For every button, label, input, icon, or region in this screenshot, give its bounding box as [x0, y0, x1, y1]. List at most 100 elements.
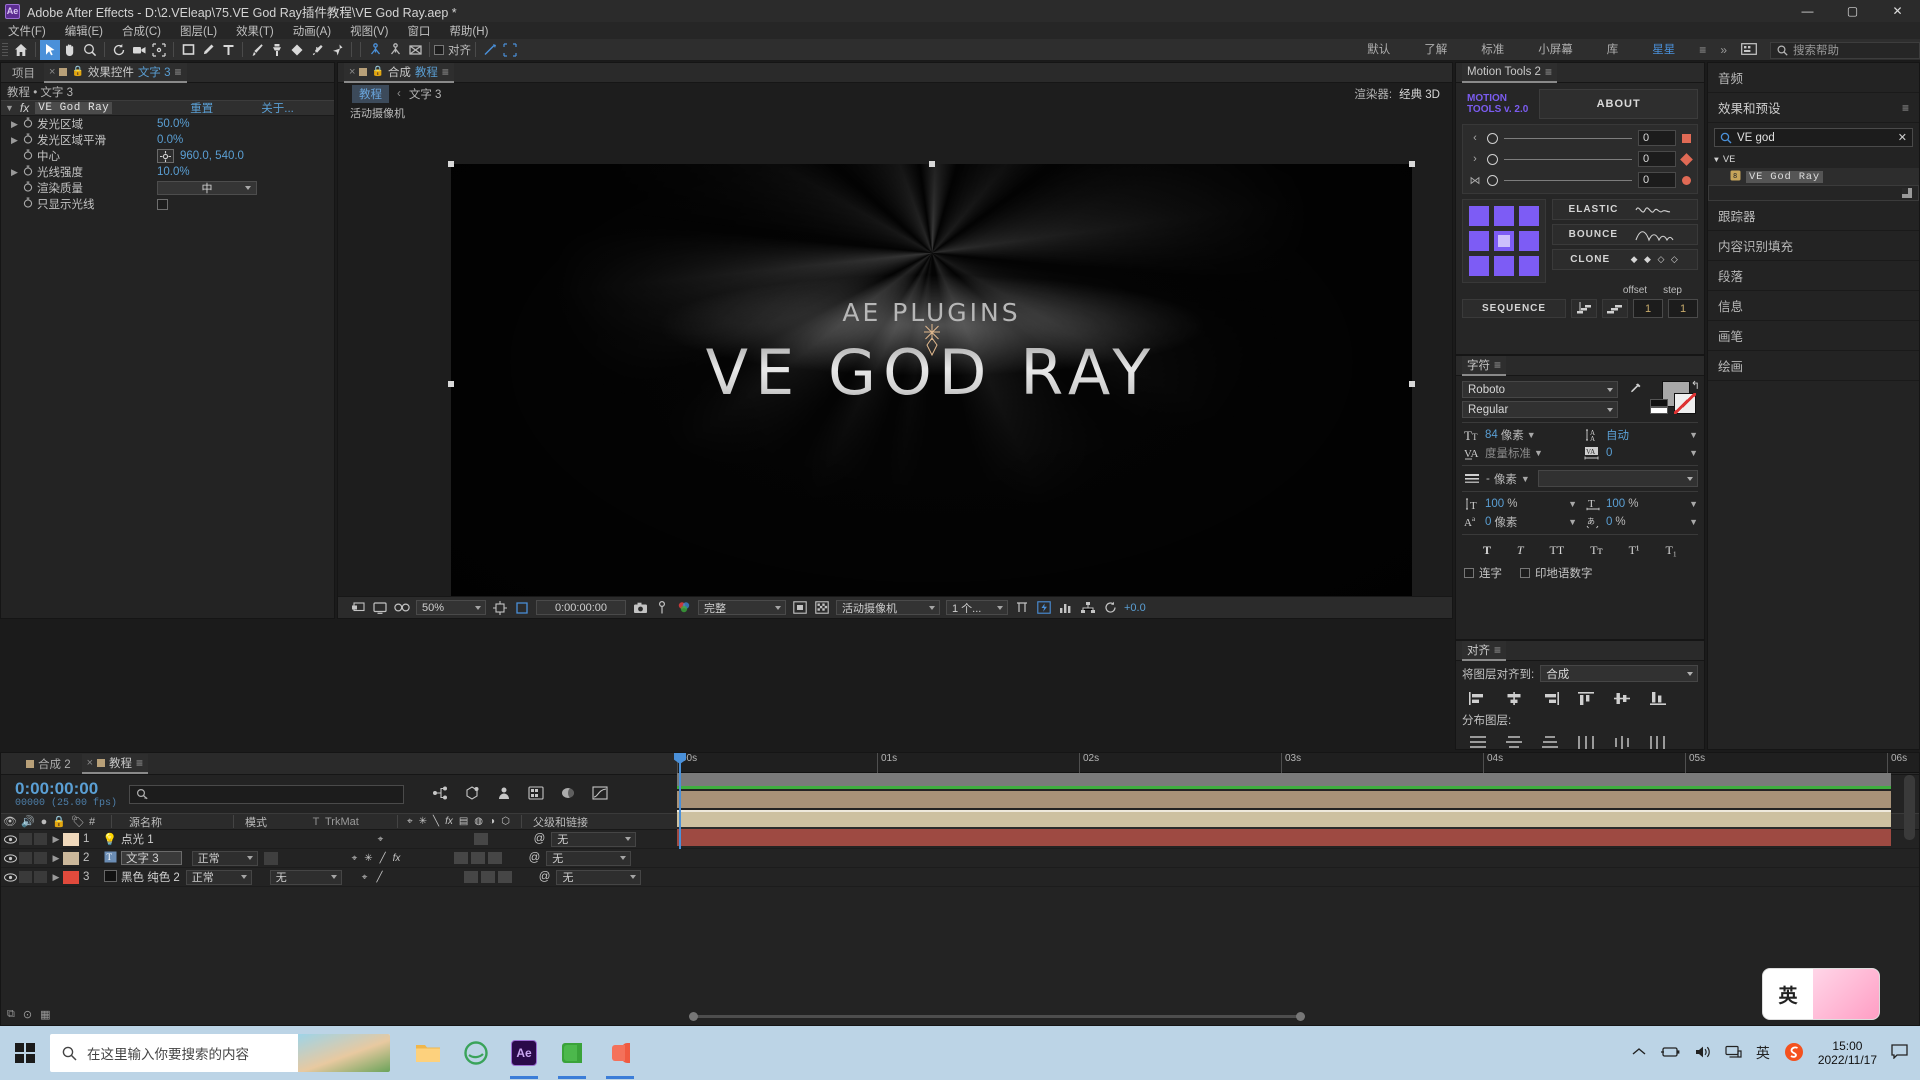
- distribute-center-horizontal-icon[interactable]: [1604, 732, 1640, 752]
- about-button[interactable]: ABOUT: [1539, 89, 1698, 119]
- expand-triangle-icon[interactable]: ▶: [49, 853, 63, 864]
- font-family-select[interactable]: Roboto: [1462, 381, 1618, 398]
- clone-button[interactable]: CLONE ◆ ◆ ◇ ◇: [1552, 249, 1698, 270]
- property-value[interactable]: 0.0%: [157, 134, 183, 146]
- source-name-column-header[interactable]: 源名称: [115, 814, 233, 830]
- unified-camera-icon[interactable]: [365, 40, 385, 60]
- draft-3d-icon[interactable]: [464, 785, 480, 803]
- sequence-label[interactable]: SEQUENCE: [1462, 299, 1566, 318]
- chevron-down-icon[interactable]: ▼: [1568, 499, 1577, 509]
- align-left-icon[interactable]: [1460, 688, 1496, 708]
- slider-value-in[interactable]: 0: [1638, 130, 1676, 146]
- shy-switch[interactable]: ⌖: [352, 853, 358, 864]
- rail-item-tracker[interactable]: 跟踪器: [1708, 201, 1919, 231]
- start-button[interactable]: [0, 1026, 50, 1080]
- anchor-center[interactable]: [1494, 231, 1514, 251]
- sequence-mode-a-icon[interactable]: [1571, 299, 1597, 318]
- menu-item-layer[interactable]: 图层(L): [180, 23, 217, 39]
- switch-cell[interactable]: [487, 852, 502, 864]
- shy-switch[interactable]: ⌖: [362, 872, 368, 883]
- property-value[interactable]: 960.0, 540.0: [180, 150, 244, 162]
- file-explorer-icon[interactable]: [404, 1026, 452, 1080]
- blend-mode-select[interactable]: 正常: [185, 869, 252, 885]
- selection-handle[interactable]: [929, 161, 935, 167]
- sogou-icon[interactable]: [1784, 1042, 1804, 1065]
- property-value[interactable]: 10.0%: [157, 166, 190, 178]
- roto-brush-tool[interactable]: [307, 40, 327, 60]
- workspace-small-screen[interactable]: 小屏幕: [1521, 39, 1590, 61]
- layer-name[interactable]: 文字 3: [121, 851, 182, 865]
- reset-link[interactable]: 重置: [190, 100, 213, 116]
- graph-editor-icon[interactable]: [592, 785, 608, 803]
- rays-only-checkbox[interactable]: [157, 198, 168, 210]
- volume-icon[interactable]: [1694, 1045, 1711, 1062]
- label-color-chip[interactable]: [63, 832, 79, 846]
- show-snapshot-icon[interactable]: [654, 600, 670, 616]
- slider-knob[interactable]: [1487, 132, 1498, 144]
- marker-circle-icon[interactable]: [1682, 175, 1691, 185]
- lock-icon[interactable]: 🔒: [71, 66, 83, 77]
- toolbar-grip[interactable]: [2, 42, 8, 57]
- stopwatch-icon[interactable]: [23, 181, 37, 195]
- network-icon[interactable]: [1725, 1045, 1742, 1062]
- tab-timeline-tutorial[interactable]: × 教程 ≡: [81, 753, 149, 774]
- snap-vertex-icon[interactable]: [480, 40, 500, 60]
- stopwatch-icon[interactable]: [23, 165, 37, 179]
- chevron-down-icon[interactable]: ▼: [1689, 517, 1698, 527]
- leading-value[interactable]: 自动: [1606, 427, 1629, 443]
- tsume-field[interactable]: あ 0 % ▼: [1583, 514, 1698, 530]
- parent-select[interactable]: 无: [546, 850, 632, 866]
- parent-pickwhip-icon[interactable]: @: [534, 833, 546, 845]
- parent-select[interactable]: 无: [551, 831, 637, 847]
- stroke-color-swatch[interactable]: [1674, 393, 1696, 414]
- font-size-field[interactable]: TT 84 像素 ▼: [1462, 427, 1577, 443]
- anchor-top-right[interactable]: [1519, 206, 1539, 226]
- home-icon[interactable]: [11, 40, 31, 60]
- panel-menu-icon[interactable]: ≡: [1902, 101, 1909, 115]
- font-size-value[interactable]: 84: [1485, 429, 1498, 441]
- bounding-box-icon[interactable]: [500, 40, 520, 60]
- main-viewer-icon[interactable]: [372, 600, 388, 616]
- chevron-down-icon[interactable]: ▼: [1689, 499, 1698, 509]
- exposure-value[interactable]: +0.0: [1124, 602, 1146, 614]
- twirl-icon[interactable]: ▶: [11, 119, 23, 130]
- parent-pickwhip-icon[interactable]: @: [539, 871, 551, 883]
- rotation-tool[interactable]: [109, 40, 129, 60]
- align-to-select[interactable]: 合成: [1540, 665, 1698, 682]
- horizontal-scale-field[interactable]: T 100 % ▼: [1583, 496, 1698, 512]
- leading-field[interactable]: AA 自动 ▼: [1583, 427, 1698, 443]
- twirl-down-icon[interactable]: ▼: [1714, 156, 1719, 165]
- switch-cell[interactable]: [497, 871, 512, 883]
- tab-close-icon[interactable]: ×: [349, 66, 355, 78]
- anchor-bottom-center[interactable]: [1494, 256, 1514, 276]
- align-top-icon[interactable]: [1568, 688, 1604, 708]
- distribute-bottom-icon[interactable]: [1532, 732, 1568, 752]
- tab-motion-tools[interactable]: Motion Tools 2 ≡: [1462, 62, 1557, 83]
- twirl-icon[interactable]: ▶: [11, 167, 23, 178]
- ligatures-checkbox-group[interactable]: 连字: [1464, 565, 1502, 581]
- slider-value-out[interactable]: 0: [1638, 151, 1676, 167]
- hide-shy-layers-icon[interactable]: [496, 786, 512, 803]
- anchor-bottom-left[interactable]: [1469, 256, 1489, 276]
- layer-switches[interactable]: ⌖ ✳ ╱ fx: [344, 853, 454, 864]
- breadcrumb-leaf[interactable]: 文字 3: [409, 86, 442, 102]
- composition-viewport[interactable]: AE PLUGINS VE GOD RAY: [451, 164, 1412, 604]
- quality-switch[interactable]: ╱: [376, 872, 382, 883]
- clone-stamp-tool[interactable]: [267, 40, 287, 60]
- fast-preview-icon[interactable]: [1036, 600, 1052, 616]
- collapse-switch[interactable]: ✳: [364, 853, 372, 864]
- marker-diamond-icon[interactable]: [1680, 152, 1693, 166]
- timeline-zoom-icon[interactable]: ⊙: [23, 1008, 32, 1021]
- shape-tool[interactable]: [178, 40, 198, 60]
- stopwatch-icon[interactable]: [23, 117, 37, 131]
- align-right-icon[interactable]: [1532, 688, 1568, 708]
- parent-select[interactable]: 无: [556, 869, 642, 885]
- ime-sticker-overlay[interactable]: 英: [1762, 968, 1880, 1020]
- workspace-learn[interactable]: 了解: [1407, 39, 1464, 61]
- eraser-tool[interactable]: [287, 40, 307, 60]
- effect-name[interactable]: VE God Ray: [35, 102, 113, 114]
- renderer-value[interactable]: 经典 3D: [1399, 86, 1440, 102]
- distribute-center-vertical-icon[interactable]: [1496, 732, 1532, 752]
- stopwatch-icon[interactable]: [23, 197, 37, 211]
- workspace-star[interactable]: 星星: [1635, 39, 1692, 61]
